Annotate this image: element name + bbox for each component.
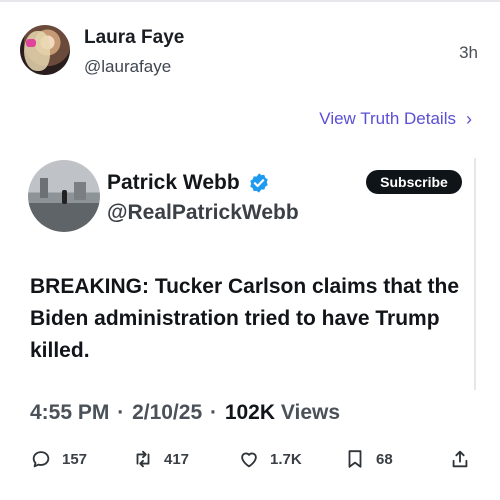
like-button[interactable]: 1.7K xyxy=(238,448,302,470)
bookmark-button[interactable]: 68 xyxy=(344,448,393,470)
avatar-building xyxy=(40,178,48,198)
verified-badge-icon xyxy=(249,173,268,193)
views-label: Views xyxy=(280,401,341,424)
reply-icon xyxy=(32,451,50,468)
views-count: 102K xyxy=(224,401,276,424)
quoted-post-time: 4:55 PM xyxy=(30,401,110,424)
bookmark-count: 68 xyxy=(376,450,393,468)
quoted-author-name: Patrick Webb xyxy=(107,171,240,194)
like-icon xyxy=(241,452,257,468)
avatar-hair xyxy=(24,31,50,71)
meta-separator-2: · xyxy=(209,401,217,424)
quoted-post-meta: 4:55 PM · 2/10/25 · 102K Views xyxy=(30,401,340,425)
subscribe-button[interactable]: Subscribe xyxy=(366,170,462,194)
view-truth-details-link[interactable]: View Truth Details › xyxy=(319,109,472,129)
top-divider xyxy=(0,0,500,2)
share-button[interactable] xyxy=(449,448,471,470)
author-handle[interactable]: @laurafaye xyxy=(84,57,171,77)
quoted-post-date: 2/10/25 xyxy=(132,401,203,424)
avatar-building-2 xyxy=(74,182,86,200)
quoted-author-handle[interactable]: @RealPatrickWebb xyxy=(107,201,299,225)
like-count: 1.7K xyxy=(270,450,302,468)
retweet-icon xyxy=(136,450,150,468)
author-name[interactable]: Laura Faye xyxy=(84,27,184,49)
author-avatar[interactable] xyxy=(20,25,70,75)
share-icon xyxy=(452,450,468,468)
retweet-count: 417 xyxy=(164,450,190,468)
bookmark-icon xyxy=(348,450,362,468)
avatar-figure xyxy=(62,190,67,204)
quoted-post-card[interactable]: Patrick Webb @RealPatrickWebb Subscribe … xyxy=(0,138,500,500)
chevron-right-icon: › xyxy=(466,109,472,129)
post-time: 3h xyxy=(459,43,478,62)
reply-button[interactable]: 157 xyxy=(30,448,87,470)
quoted-author-avatar[interactable] xyxy=(28,160,100,232)
quoted-author-name-row[interactable]: Patrick Webb xyxy=(107,171,270,195)
quoted-post-text: BREAKING: Tucker Carlson claims that the… xyxy=(30,275,460,362)
avatar-bow xyxy=(26,39,36,47)
meta-separator: · xyxy=(117,401,125,424)
card-right-divider xyxy=(474,158,476,390)
action-bar: 157 417 1.7K 68 xyxy=(0,448,500,472)
details-link-label: View Truth Details xyxy=(319,109,456,128)
reply-count: 157 xyxy=(62,450,88,468)
retweet-button[interactable]: 417 xyxy=(132,448,189,470)
